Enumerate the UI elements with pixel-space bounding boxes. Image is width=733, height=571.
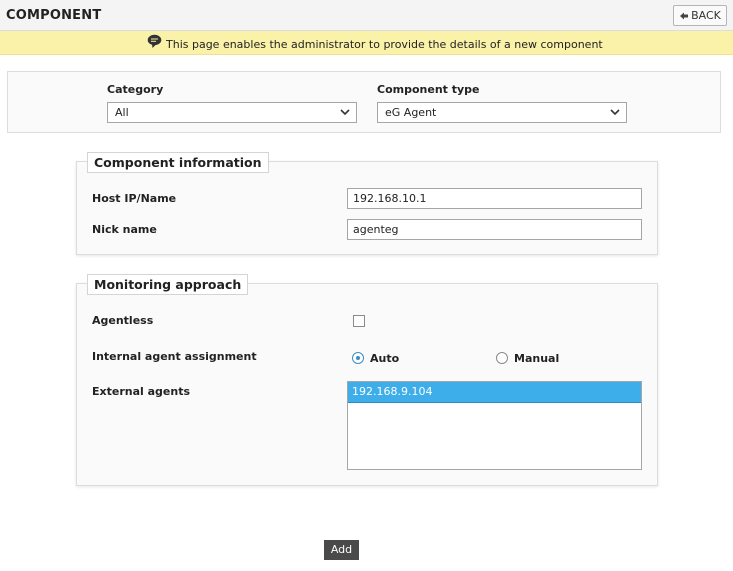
page-title: COMPONENT (6, 8, 102, 23)
host-input[interactable]: 192.168.10.1 (347, 188, 642, 209)
category-label: Category (107, 83, 164, 96)
component-type-value: eG Agent (385, 106, 437, 119)
auto-radio[interactable] (352, 352, 364, 364)
back-arrow-icon (680, 12, 689, 19)
category-select[interactable]: All (107, 102, 357, 123)
monitoring-legend: Monitoring approach (87, 274, 249, 295)
info-banner: This page enables the administrator to p… (0, 31, 733, 55)
add-button[interactable]: Add (324, 540, 359, 560)
manual-radio[interactable] (496, 352, 508, 364)
assignment-label: Internal agent assignment (92, 350, 257, 363)
host-label: Host IP/Name (92, 192, 177, 205)
chevron-down-icon (610, 109, 620, 116)
external-agents-listbox[interactable]: 192.168.9.104 (347, 381, 642, 470)
category-value: All (115, 106, 129, 119)
manual-radio-label: Manual (514, 352, 560, 365)
agentless-label: Agentless (92, 314, 154, 327)
auto-radio-label: Auto (370, 352, 400, 365)
component-info-legend: Component information (87, 152, 269, 173)
component-type-label: Component type (377, 83, 480, 96)
external-agents-label: External agents (92, 385, 191, 398)
speech-bubble-icon (147, 34, 162, 48)
nick-name-input[interactable]: agenteg (347, 219, 642, 240)
agentless-checkbox[interactable] (353, 315, 365, 327)
chevron-down-icon (340, 109, 350, 116)
info-message: This page enables the administrator to p… (166, 38, 603, 51)
component-type-select[interactable]: eG Agent (377, 102, 627, 123)
back-button-label: BACK (691, 9, 721, 22)
back-button[interactable]: BACK (673, 5, 727, 26)
list-item[interactable]: 192.168.9.104 (348, 382, 641, 403)
nick-name-label: Nick name (92, 223, 157, 236)
page-header: COMPONENT BACK (0, 0, 733, 31)
